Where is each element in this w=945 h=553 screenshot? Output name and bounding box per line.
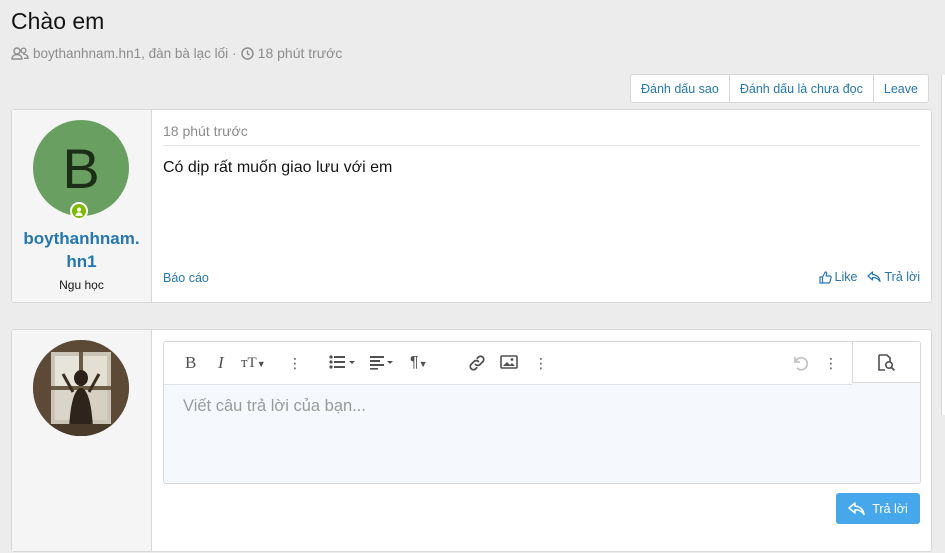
reply-link[interactable]: Trả lời	[867, 270, 920, 284]
more-insert-icon[interactable]: ⋮	[534, 354, 548, 372]
leave-button[interactable]: Leave	[874, 75, 928, 102]
divider	[163, 145, 920, 146]
message-body: Có dịp rất muốn giao lưu với em	[163, 159, 393, 176]
thread-time: 18 phút trước	[257, 45, 343, 61]
quick-reply: B I тT▼ ⋮ ¶▼ ⋮ ⋮ Viết câu trả lời của bạ…	[11, 329, 932, 552]
message-user: B boythanhnam.hn1 Ngu học	[12, 110, 152, 302]
thread-title: Chào em	[11, 8, 105, 34]
message: B boythanhnam.hn1 Ngu học 18 phút trước …	[11, 109, 932, 303]
text-size-icon[interactable]: тT▼	[241, 354, 266, 373]
editor-toolbar: B I тT▼ ⋮ ¶▼ ⋮ ⋮	[164, 342, 852, 385]
like-label: Like	[834, 270, 858, 284]
undo-icon[interactable]	[791, 354, 809, 376]
like-button[interactable]: Like	[818, 270, 858, 284]
paragraph-icon[interactable]: ¶▼	[410, 354, 428, 373]
avatar-letter: B	[62, 136, 100, 200]
participants-icon	[11, 46, 29, 60]
submit-reply-button[interactable]: Trả lời	[836, 493, 920, 524]
user-avatar-photo[interactable]	[33, 340, 129, 436]
message-time[interactable]: 18 phút trước	[163, 123, 248, 139]
bold-icon[interactable]: B	[185, 354, 196, 372]
align-icon[interactable]	[369, 354, 397, 374]
preview-toggle[interactable]	[852, 342, 920, 383]
more-options-icon[interactable]: ⋮	[288, 354, 302, 372]
submit-reply-label: Trả lời	[872, 501, 908, 516]
username-link[interactable]: boythanhnam.hn1	[12, 227, 151, 273]
thread-meta: boythanhnam.hn1, đàn bà lạc lối · 18 phú…	[11, 45, 342, 61]
italic-icon[interactable]: I	[218, 354, 224, 372]
reply-icon	[848, 501, 865, 515]
mark-unread-button[interactable]: Đánh dấu là chưa đọc	[730, 75, 874, 102]
thumbs-up-icon	[818, 270, 832, 284]
thread-action-bar: Đánh dấu sao Đánh dấu là chưa đọc Leave	[630, 74, 929, 103]
participants-list: boythanhnam.hn1, đàn bà lạc lối	[33, 45, 229, 61]
reply-user	[12, 330, 152, 551]
message-actions: Like Trả lời	[818, 270, 920, 284]
online-status-icon	[70, 202, 88, 220]
more-history-icon[interactable]: ⋮	[824, 354, 838, 372]
meta-separator: ·	[232, 45, 237, 61]
reply-input[interactable]: Viết câu trả lời của bạn...	[183, 397, 366, 416]
list-icon[interactable]	[329, 354, 357, 374]
clock-icon	[240, 46, 254, 60]
link-icon[interactable]	[468, 354, 486, 376]
image-icon[interactable]	[500, 354, 518, 374]
preview-icon	[878, 354, 896, 372]
sidebar-edge	[941, 75, 945, 415]
star-button[interactable]: Đánh dấu sao	[631, 75, 730, 102]
rich-text-editor: B I тT▼ ⋮ ¶▼ ⋮ ⋮ Viết câu trả lời của bạ…	[163, 341, 921, 484]
user-title: Ngu học	[59, 278, 104, 292]
reply-label: Trả lời	[884, 270, 920, 284]
report-link[interactable]: Báo cáo	[163, 271, 209, 285]
reply-icon	[867, 271, 882, 283]
